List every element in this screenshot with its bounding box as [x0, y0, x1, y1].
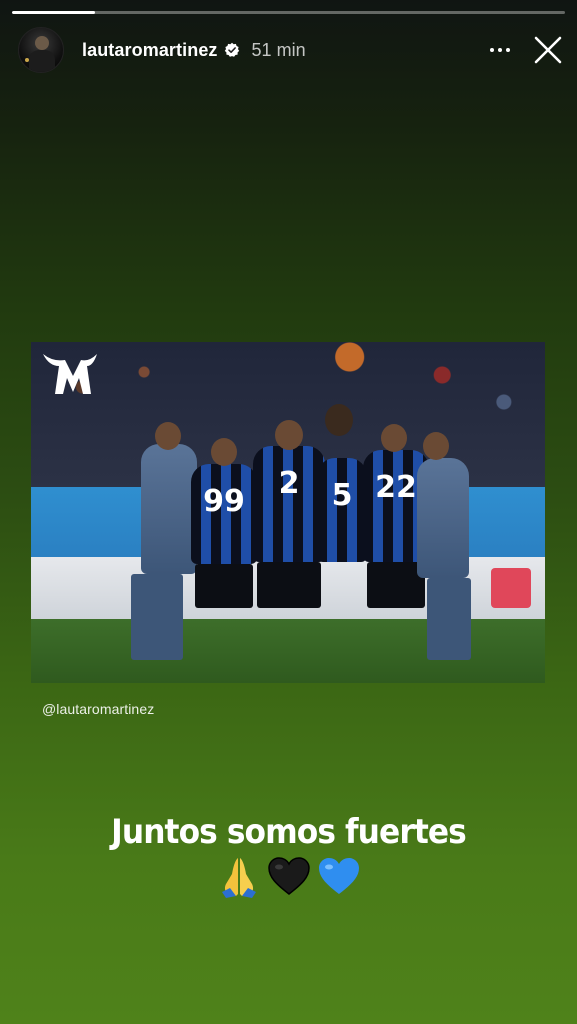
- avatar[interactable]: [18, 27, 64, 73]
- story-progress-bar: [12, 11, 565, 14]
- player-99: 99: [191, 464, 257, 564]
- folded-hands-icon: [216, 854, 262, 900]
- close-icon[interactable]: [532, 34, 564, 66]
- player-staff-left: [141, 444, 197, 574]
- emoji-row: [0, 854, 577, 900]
- username[interactable]: lautaromartinez: [82, 40, 218, 61]
- player-5: 5: [317, 458, 367, 562]
- photo-ad-logo: [491, 568, 531, 608]
- more-horizontal-icon[interactable]: [490, 48, 510, 52]
- blue-heart-icon: [316, 854, 362, 900]
- mention-sticker[interactable]: @lautaromartinez: [42, 701, 154, 717]
- black-heart-icon: [266, 854, 312, 900]
- story-progress-fill: [12, 11, 95, 14]
- players-huddle: 99 2 5 22: [111, 394, 471, 674]
- player-2: 2: [253, 446, 325, 562]
- post-time: 51 min: [251, 39, 306, 60]
- jersey-number-5: 5: [331, 478, 353, 513]
- verified-badge-icon: [224, 42, 240, 58]
- lm-logo: [43, 354, 97, 394]
- header-actions: [490, 34, 566, 66]
- jersey-number-99: 99: [203, 484, 245, 519]
- jersey-number-2: 2: [278, 466, 300, 501]
- story-caption: Juntos somos fuertes: [111, 812, 467, 852]
- story-photo: 99 2 5 22: [31, 342, 545, 683]
- story-header: lautaromartinez 51 min: [18, 26, 566, 74]
- player-staff-right: [417, 458, 469, 578]
